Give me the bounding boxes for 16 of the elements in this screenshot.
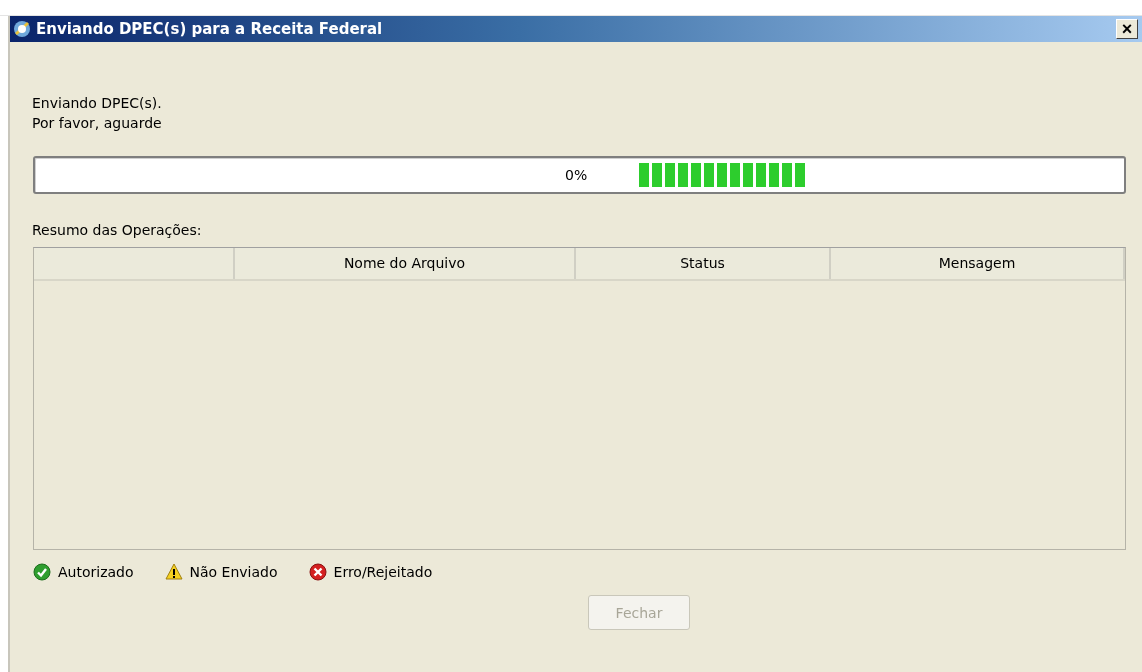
window-title: Enviando DPEC(s) para a Receita Federal xyxy=(36,20,384,38)
close-button[interactable]: × xyxy=(1116,19,1138,39)
warning-icon xyxy=(163,563,184,581)
legend-label: Não Enviado xyxy=(189,564,278,580)
check-icon xyxy=(32,563,52,581)
error-icon xyxy=(307,563,328,581)
status-message: Por favor, aguarde xyxy=(32,114,162,133)
legend-label: Autorizado xyxy=(58,564,134,580)
progress-reading: 0% xyxy=(565,167,589,183)
column-header[interactable]: Status xyxy=(576,248,831,279)
summary-label: Resumo das Operações: xyxy=(32,222,202,238)
status-message: Enviando DPEC(s). xyxy=(32,94,162,113)
legend-label: Erro/Rejeitado xyxy=(333,564,433,580)
app-icon xyxy=(12,19,32,39)
column-header[interactable]: Mensagem xyxy=(831,248,1125,279)
column-header[interactable]: Nome do Arquivo xyxy=(235,248,576,279)
